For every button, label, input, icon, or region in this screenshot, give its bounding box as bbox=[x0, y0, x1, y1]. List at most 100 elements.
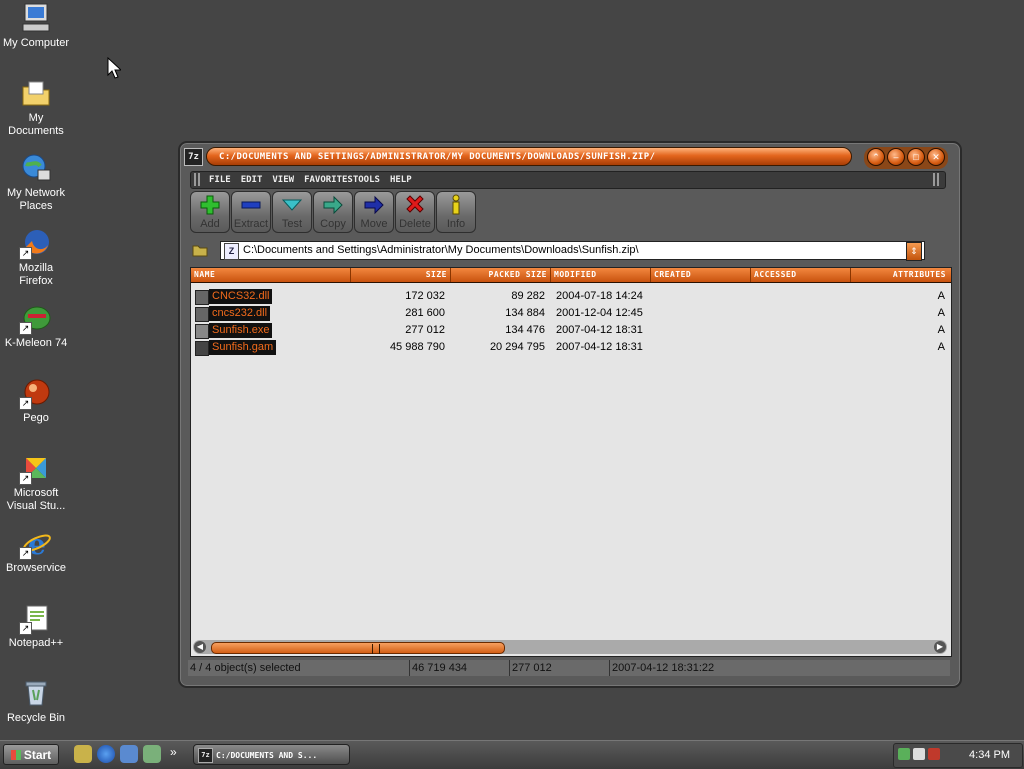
shortcut-arrow-icon: ↗ bbox=[19, 397, 32, 410]
desktop-icon-pego[interactable]: ↗ Pego bbox=[0, 377, 72, 425]
desktop-icon-my-documents[interactable]: My Documents bbox=[0, 77, 72, 138]
scrollbar-thumb[interactable] bbox=[211, 642, 505, 654]
column-accessed[interactable]: ACCESSED bbox=[751, 268, 851, 282]
desktop-icon-notepadpp[interactable]: ↗ Notepad++ bbox=[0, 602, 72, 650]
menu-file[interactable]: FILE bbox=[209, 172, 231, 188]
column-name[interactable]: NAME bbox=[191, 268, 351, 282]
ie-icon[interactable] bbox=[97, 745, 115, 763]
desktop-icon-label: My Documents bbox=[8, 112, 64, 137]
desktop-icon-my-network[interactable]: My Network Places bbox=[0, 152, 72, 213]
thumb-grip-icon bbox=[372, 644, 380, 654]
7zip-icon[interactable] bbox=[74, 745, 92, 763]
notepadpp-icon: ↗ bbox=[19, 602, 52, 635]
table-row[interactable]: Sunfish.exe 277 012 134 476 2007-04-12 1… bbox=[191, 322, 949, 339]
mouse-cursor-icon bbox=[107, 57, 121, 79]
file-modified: 2004-07-18 14:24 bbox=[556, 290, 643, 302]
move-button[interactable]: Move bbox=[354, 191, 394, 233]
maximize-button[interactable]: □ bbox=[907, 148, 925, 166]
windows-logo-icon bbox=[10, 750, 21, 760]
quick-launch-more-icon[interactable]: » bbox=[170, 745, 177, 759]
search-icon[interactable] bbox=[143, 745, 161, 763]
menu-bar: FILE EDIT VIEW FAVORITES TOOLS HELP bbox=[190, 171, 946, 189]
horizontal-scrollbar[interactable]: ◀ ▶ bbox=[193, 640, 947, 654]
scroll-right-icon[interactable]: ▶ bbox=[934, 641, 946, 653]
check-icon bbox=[273, 192, 311, 218]
toolbar: Add Extract Test Copy Move Delete Info bbox=[190, 191, 476, 233]
test-button[interactable]: Test bbox=[272, 191, 312, 233]
menu-grip-icon[interactable] bbox=[194, 173, 200, 186]
add-button[interactable]: Add bbox=[190, 191, 230, 233]
shortcut-arrow-icon: ↗ bbox=[19, 622, 32, 635]
taskbar-window-button[interactable]: 7z C:/DOCUMENTS AND S... bbox=[193, 744, 350, 765]
address-dropdown-button[interactable]: ⇕ bbox=[906, 242, 922, 261]
7zip-icon: 7z bbox=[198, 748, 213, 763]
file-attributes: A bbox=[937, 307, 945, 319]
file-list-header: NAME SIZE PACKED SIZE MODIFIED CREATED A… bbox=[191, 268, 951, 283]
desktop-icon-recycle-bin[interactable]: Recycle Bin bbox=[0, 677, 72, 725]
column-created[interactable]: CREATED bbox=[651, 268, 751, 282]
column-size[interactable]: SIZE bbox=[351, 268, 451, 282]
column-attributes[interactable]: ATTRIBUTES bbox=[851, 268, 949, 282]
plus-icon bbox=[191, 192, 229, 218]
dll-file-icon bbox=[195, 290, 209, 305]
desktop-icon-my-computer[interactable]: My Computer bbox=[0, 2, 72, 50]
scroll-left-icon[interactable]: ◀ bbox=[194, 641, 206, 653]
desktop-icon-firefox[interactable]: ↗ Mozilla Firefox bbox=[0, 227, 72, 288]
shortcut-arrow-icon: ↗ bbox=[19, 322, 32, 335]
start-button[interactable]: Start bbox=[3, 744, 59, 765]
desktop-icon-visual-studio[interactable]: ↗ Microsoft Visual Stu... bbox=[0, 452, 72, 513]
minimize-button[interactable]: – bbox=[887, 148, 905, 166]
column-packed-size[interactable]: PACKED SIZE bbox=[451, 268, 551, 282]
info-button[interactable]: Info bbox=[436, 191, 476, 233]
extract-button[interactable]: Extract bbox=[231, 191, 271, 233]
app-icon[interactable]: 7z bbox=[184, 148, 203, 166]
file-size: 45 988 790 bbox=[389, 341, 445, 353]
delete-button[interactable]: Delete bbox=[395, 191, 435, 233]
system-tray: 4:34 PM bbox=[893, 743, 1023, 768]
desktop-icon[interactable] bbox=[120, 745, 138, 763]
file-attributes: A bbox=[937, 290, 945, 302]
desktop-icon-label: Recycle Bin bbox=[6, 712, 66, 724]
network-tray-icon[interactable] bbox=[898, 748, 910, 760]
menu-favorites[interactable]: FAVORITES bbox=[304, 172, 353, 188]
security-tray-icon[interactable] bbox=[928, 748, 940, 760]
copy-button[interactable]: Copy bbox=[313, 191, 353, 233]
folder-up-icon[interactable] bbox=[192, 243, 208, 257]
usb-tray-icon[interactable] bbox=[913, 748, 925, 760]
minus-icon bbox=[232, 192, 270, 218]
close-button[interactable]: ✕ bbox=[927, 148, 945, 166]
menu-grip-icon[interactable] bbox=[933, 173, 939, 186]
clock[interactable]: 4:34 PM bbox=[969, 744, 1010, 767]
column-modified[interactable]: MODIFIED bbox=[551, 268, 651, 282]
file-packed-size: 89 282 bbox=[511, 290, 545, 302]
rollup-button[interactable]: ⌃ bbox=[867, 148, 885, 166]
recycle-bin-icon bbox=[20, 677, 52, 709]
file-size: 172 032 bbox=[405, 290, 445, 302]
table-row[interactable]: CNCS32.dll 172 032 89 282 2004-07-18 14:… bbox=[191, 288, 949, 305]
file-size: 277 012 bbox=[405, 324, 445, 336]
menu-edit[interactable]: EDIT bbox=[241, 172, 263, 188]
desktop-icon-browservice[interactable]: e ↗ Browservice bbox=[0, 527, 72, 575]
file-size: 281 600 bbox=[405, 307, 445, 319]
menu-tools[interactable]: TOOLS bbox=[353, 172, 380, 188]
file-name: Sunfish.exe bbox=[209, 323, 273, 338]
gam-file-icon bbox=[195, 341, 209, 356]
title-bar[interactable]: 7z C:/DOCUMENTS AND SETTINGS/ADMINISTRAT… bbox=[184, 146, 956, 169]
desktop-icon-kmeleon[interactable]: ↗ K-Meleon 74 bbox=[0, 302, 72, 350]
desktop-icon-label: My Computer bbox=[2, 37, 70, 49]
exe-file-icon bbox=[195, 324, 209, 339]
address-input[interactable]: Z C:\Documents and Settings\Administrato… bbox=[220, 241, 925, 261]
address-bar: Z C:\Documents and Settings\Administrato… bbox=[190, 241, 943, 261]
dll-file-icon bbox=[195, 307, 209, 322]
shortcut-arrow-icon: ↗ bbox=[19, 472, 32, 485]
status-date: 2007-04-12 18:31:22 bbox=[610, 660, 950, 676]
desktop-icon-label: K-Meleon 74 bbox=[4, 337, 68, 349]
start-label: Start bbox=[23, 748, 52, 762]
table-row[interactable]: cncs232.dll 281 600 134 884 2001-12-04 1… bbox=[191, 305, 949, 322]
table-row[interactable]: Sunfish.gam 45 988 790 20 294 795 2007-0… bbox=[191, 339, 949, 356]
shortcut-arrow-icon: ↗ bbox=[19, 547, 32, 560]
menu-help[interactable]: HELP bbox=[390, 172, 412, 188]
menu-view[interactable]: VIEW bbox=[272, 172, 294, 188]
file-name: cncs232.dll bbox=[209, 306, 271, 321]
file-packed-size: 20 294 795 bbox=[489, 341, 545, 353]
